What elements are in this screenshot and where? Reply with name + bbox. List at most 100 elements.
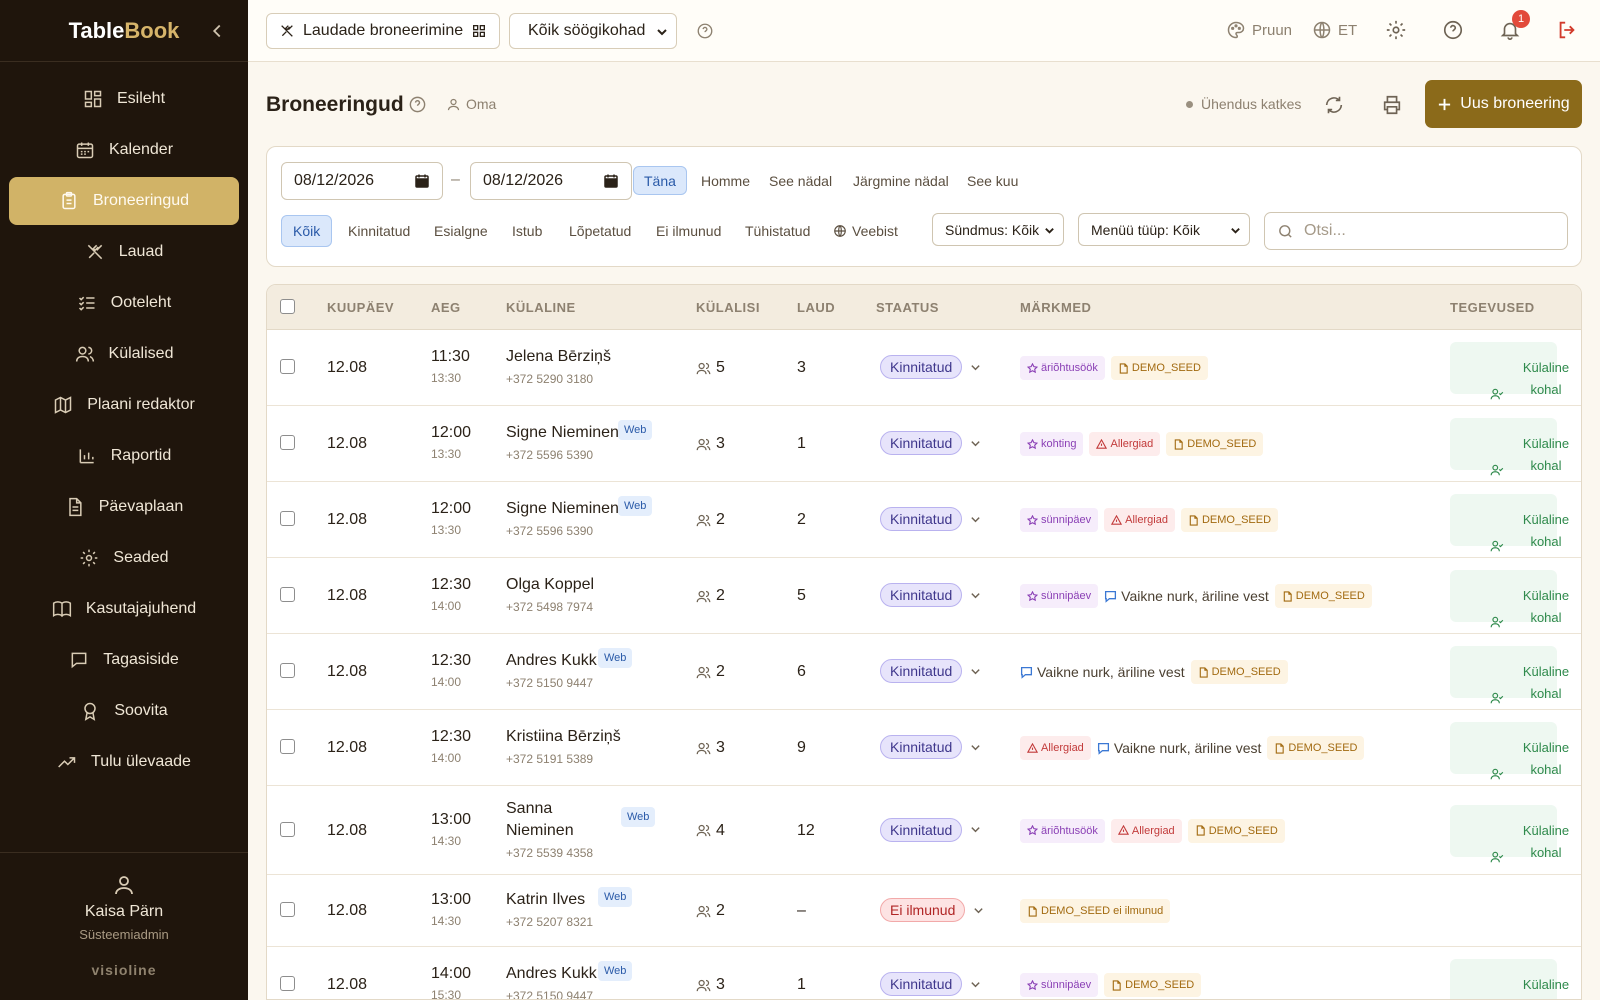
column-party-size[interactable]: KÜLALISI [696, 300, 760, 315]
venue-select[interactable]: Kõik söögikohad [509, 13, 677, 49]
row-checkbox[interactable] [280, 976, 295, 991]
quick-date-2[interactable]: See nädal [759, 166, 842, 195]
guest-arrived-button[interactable]: Külalinekohal [1450, 418, 1569, 476]
row-guest[interactable]: Andres Kukk +372 5150 9447 [506, 963, 597, 999]
status-tab-7[interactable]: Veebist [822, 215, 909, 247]
logout-icon[interactable] [1556, 19, 1578, 41]
status-tab-4[interactable]: Lõpetatud [558, 215, 642, 247]
page-help-icon[interactable] [408, 95, 427, 114]
row-guest[interactable]: Signe Nieminen +372 5596 5390 [506, 422, 619, 462]
guest-arrived-button[interactable]: Külalinekohal [1450, 570, 1569, 628]
row-checkbox[interactable] [280, 821, 295, 837]
table-row[interactable]: 12.08 12:30 14:00 Kristiina Bērziņš +372 519… [267, 710, 1581, 786]
row-guest[interactable]: Jelena Bērziņš +372 5290 3180 [506, 346, 611, 386]
guest-arrived-button[interactable]: Külalinekohal [1450, 804, 1569, 862]
app-logo[interactable]: TableBook [69, 18, 180, 44]
status-dropdown[interactable]: Kinnitatud [880, 817, 981, 842]
menu-type-select[interactable]: Menüü tüüp: Kõik [1078, 213, 1250, 246]
owner-filter[interactable]: Oma [446, 96, 496, 112]
status-dropdown[interactable]: Kinnitatud [880, 583, 981, 607]
help-circle-icon[interactable] [696, 22, 714, 40]
help-icon[interactable] [1442, 19, 1464, 41]
row-guest[interactable]: Katrin Ilves +372 5207 8321 [506, 889, 593, 929]
status-dropdown[interactable]: Ei ilmunud [880, 898, 984, 922]
column-guest[interactable]: KÜLALINE [506, 300, 576, 315]
row-guest[interactable]: Andres Kukk +372 5150 9447 [506, 650, 597, 690]
guest-arrived-button[interactable]: Külalinekohal [1450, 342, 1569, 400]
collapse-sidebar-icon[interactable] [206, 20, 228, 42]
sidebar-item-1[interactable]: Kalender [9, 126, 239, 174]
new-reservation-button[interactable]: Uus broneering [1425, 80, 1582, 128]
sidebar-item-6[interactable]: Plaani redaktor [9, 381, 239, 429]
status-tab-5[interactable]: Ei ilmunud [645, 215, 732, 247]
table-row[interactable]: 12.08 12:00 13:30 Signe Nieminen +372 5596 5… [267, 482, 1581, 558]
status-tab-0[interactable]: Kõik [281, 215, 333, 247]
calendar-icon[interactable] [414, 173, 430, 189]
table-row[interactable]: 12.08 11:30 13:30 Jelena Bērziņš +372 5290 3… [267, 330, 1581, 406]
quick-date-1[interactable]: Homme [691, 166, 760, 195]
column-status[interactable]: STAATUS [876, 300, 939, 315]
theme-button[interactable]: Pruun [1226, 20, 1292, 40]
row-checkbox[interactable] [280, 902, 295, 917]
calendar-icon[interactable] [603, 173, 619, 189]
row-guest[interactable]: Sanna Nieminen +372 5539 4358 [506, 798, 593, 860]
guest-arrived-button[interactable]: Külalinekohal [1450, 646, 1569, 704]
table-row[interactable]: 12.08 12:30 14:00 Olga Koppel +372 5498 7974… [267, 558, 1581, 634]
date-from-input[interactable]: 08/12/2026 [281, 162, 443, 200]
row-guest[interactable]: Kristiina Bērziņš +372 5191 5389 [506, 726, 621, 766]
sidebar-item-7[interactable]: Raportid [9, 432, 239, 480]
row-checkbox[interactable] [280, 435, 295, 450]
status-tab-3[interactable]: Istub [501, 215, 553, 247]
user-block[interactable]: Kaisa Pärn Süsteemiadmin visioline [0, 852, 248, 1000]
guest-arrived-button[interactable]: Külalinekohal [1450, 959, 1569, 999]
row-checkbox[interactable] [280, 359, 295, 374]
table-row[interactable]: 12.08 14:00 15:30 Andres Kukk +372 5150 9447… [267, 947, 1581, 999]
row-checkbox[interactable] [280, 739, 295, 754]
sidebar-item-8[interactable]: Päevaplaan [9, 483, 239, 531]
quick-date-0[interactable]: Täna [633, 166, 687, 195]
status-dropdown[interactable]: Kinnitatud [880, 507, 981, 531]
row-checkbox[interactable] [280, 587, 295, 602]
column-time[interactable]: AEG [431, 300, 461, 315]
column-table[interactable]: LAUD [797, 300, 835, 315]
sidebar-item-11[interactable]: Tagasiside [9, 636, 239, 684]
sidebar-item-0[interactable]: Esileht [9, 75, 239, 123]
sidebar-item-13[interactable]: Tulu ülevaade [9, 738, 239, 786]
column-date[interactable]: KUUPÄEV [327, 300, 394, 315]
settings-gear-icon[interactable] [1385, 19, 1407, 41]
refresh-icon[interactable] [1323, 94, 1345, 116]
sidebar-item-3[interactable]: Lauad [9, 228, 239, 276]
printer-icon[interactable] [1381, 94, 1403, 116]
sidebar-item-2[interactable]: Broneeringud [9, 177, 239, 225]
status-dropdown[interactable]: Kinnitatud [880, 431, 981, 455]
sidebar-item-10[interactable]: Kasutajajuhend [9, 585, 239, 633]
status-tab-2[interactable]: Esialgne [423, 215, 499, 247]
language-button[interactable]: ET [1312, 20, 1357, 40]
date-to-input[interactable]: 08/12/2026 [470, 162, 632, 200]
table-row[interactable]: 12.08 12:00 13:30 Signe Nieminen +372 5596 5… [267, 406, 1581, 482]
guest-arrived-button[interactable]: Külalinekohal [1450, 494, 1569, 552]
select-all-checkbox[interactable] [280, 299, 295, 314]
table-row[interactable]: 12.08 12:30 14:00 Andres Kukk +372 5150 9447… [267, 634, 1581, 710]
table-row[interactable]: 12.08 13:00 14:30 Katrin Ilves +372 5207 832… [267, 875, 1581, 947]
sidebar-item-4[interactable]: Ooteleht [9, 279, 239, 327]
search-input[interactable]: Otsi... [1264, 212, 1568, 250]
status-tab-6[interactable]: Tühistatud [734, 215, 821, 247]
row-checkbox[interactable] [280, 511, 295, 526]
status-dropdown[interactable]: Kinnitatud [880, 355, 981, 379]
quick-date-4[interactable]: See kuu [957, 166, 1028, 195]
status-dropdown[interactable]: Kinnitatud [880, 735, 981, 759]
quick-date-3[interactable]: Järgmine nädal [843, 166, 959, 195]
status-tab-1[interactable]: Kinnitatud [337, 215, 421, 247]
status-dropdown[interactable]: Kinnitatud [880, 659, 981, 683]
sidebar-item-12[interactable]: Soovita [9, 687, 239, 735]
event-select[interactable]: Sündmus: Kõik [932, 213, 1064, 246]
row-checkbox[interactable] [280, 663, 295, 678]
status-dropdown[interactable]: Kinnitatud [880, 972, 981, 996]
module-switcher-button[interactable]: Laudade broneerimine [266, 13, 501, 49]
sidebar-item-5[interactable]: Külalised [9, 330, 239, 378]
row-guest[interactable]: Signe Nieminen +372 5596 5390 [506, 498, 619, 538]
row-guest[interactable]: Olga Koppel +372 5498 7974 [506, 574, 594, 614]
guest-arrived-button[interactable]: Külalinekohal [1450, 722, 1569, 780]
table-row[interactable]: 12.08 13:00 14:30 Sanna Nieminen +372 5539 43… [267, 786, 1581, 875]
